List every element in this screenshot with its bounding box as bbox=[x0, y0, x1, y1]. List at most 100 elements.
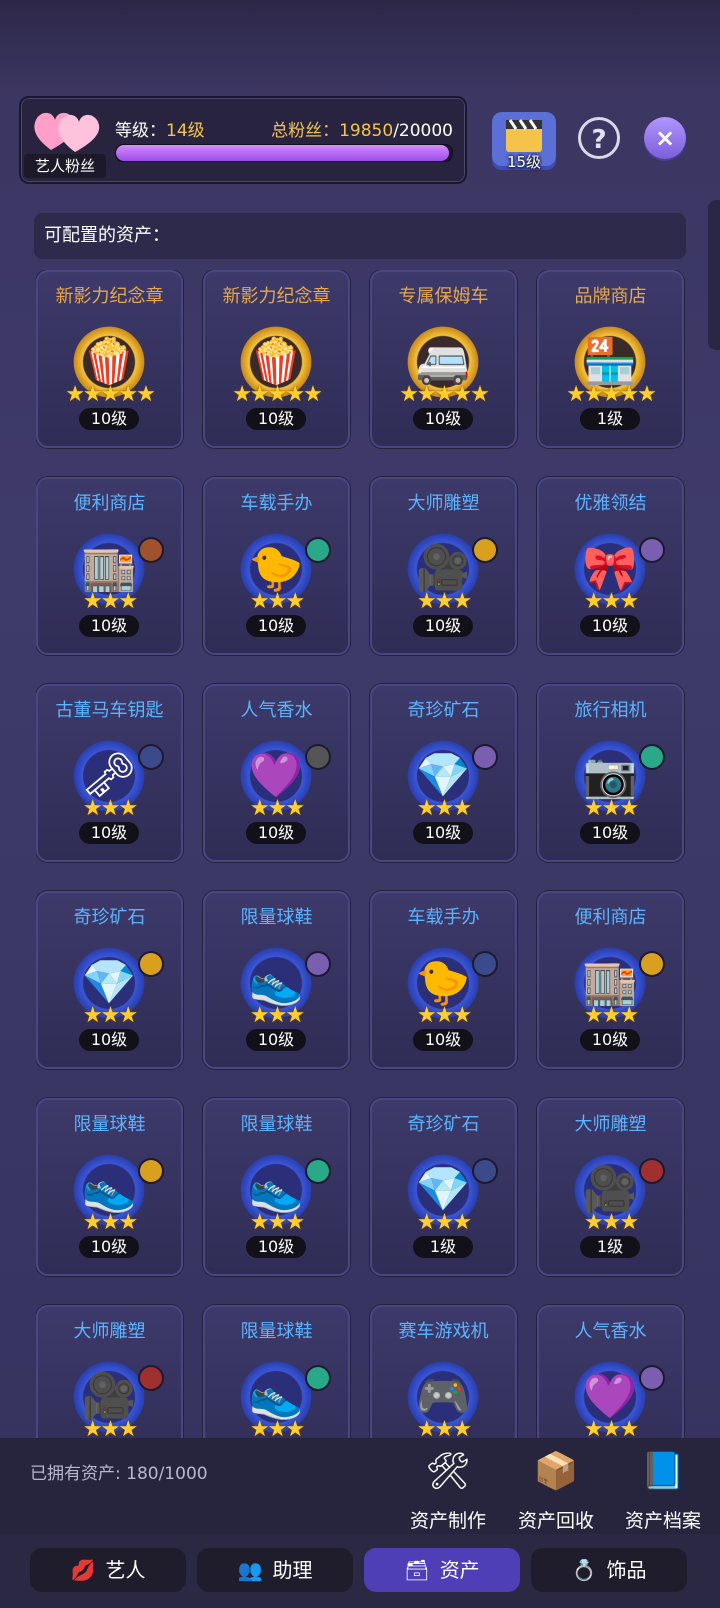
artist-badge-icon bbox=[307, 1367, 329, 1389]
artist-badge-icon bbox=[641, 1160, 663, 1182]
asset-card[interactable]: 限量球鞋 👟 ★★★ 10级 bbox=[36, 1098, 183, 1276]
asset-card[interactable]: 品牌商店 🏪 ★★★★★ 1级 bbox=[537, 270, 684, 448]
asset-name: 限量球鞋 bbox=[73, 1114, 146, 1135]
asset-card[interactable]: 大师雕塑 🎥 ★★★ bbox=[36, 1305, 183, 1438]
fan-level-panel: 艺人粉丝 等级：14级 总粉丝：19850/20000 bbox=[19, 96, 467, 184]
fans-current: 19850 bbox=[339, 121, 394, 141]
asset-card[interactable]: 新影力纪念章 🍿 ★★★★★ 10级 bbox=[203, 270, 350, 448]
asset-name: 便利商店 bbox=[73, 493, 146, 514]
box-icon: 📦 bbox=[533, 1451, 579, 1492]
asset-recycle-button[interactable]: 📦 资产回收 bbox=[506, 1446, 606, 1532]
asset-card[interactable]: 优雅领结 🎀 ★★★ 10级 bbox=[537, 477, 684, 655]
asset-stars: ★★★ bbox=[583, 1003, 639, 1028]
hearts-icon bbox=[34, 112, 100, 152]
artist-badge-icon bbox=[140, 953, 162, 975]
tab-assets[interactable]: 🗃 资产 bbox=[364, 1548, 520, 1592]
asset-stars: ★★★ bbox=[416, 796, 472, 821]
asset-stars: ★★★ bbox=[583, 1210, 639, 1235]
asset-card[interactable]: 人气香水 💜 ★★★ 10级 bbox=[203, 684, 350, 862]
artist-badge-icon bbox=[641, 539, 663, 561]
help-button[interactable]: ? bbox=[578, 117, 620, 159]
people-icon: 👥 bbox=[237, 1558, 263, 1582]
asset-name: 车载手办 bbox=[240, 493, 313, 514]
wrench-gear-icon: 🛠 bbox=[425, 1451, 471, 1492]
artist-badge-icon bbox=[474, 746, 496, 768]
clapper-level: 15级 bbox=[506, 153, 542, 171]
asset-level: 10级 bbox=[580, 615, 640, 637]
book-icon: 📘 bbox=[640, 1451, 686, 1492]
tab-artist-label: 艺人 bbox=[105, 1558, 146, 1582]
asset-stars: ★★★ bbox=[82, 1417, 138, 1438]
asset-level: 1级 bbox=[413, 1236, 473, 1258]
tab-artist[interactable]: 💋 艺人 bbox=[30, 1548, 186, 1592]
asset-card[interactable]: 新影力纪念章 🍿 ★★★★★ 10级 bbox=[36, 270, 183, 448]
asset-card[interactable]: 车载手办 🐤 ★★★ 10级 bbox=[370, 891, 517, 1069]
asset-archive-label: 资产档案 bbox=[624, 1510, 701, 1532]
asset-card[interactable]: 奇珍矿石 💎 ★★★ 10级 bbox=[36, 891, 183, 1069]
asset-level: 10级 bbox=[580, 1029, 640, 1051]
asset-name: 限量球鞋 bbox=[240, 1114, 313, 1135]
asset-stars: ★★★ bbox=[416, 1210, 472, 1235]
artist-badge-icon bbox=[474, 953, 496, 975]
tab-assistant[interactable]: 👥 助理 bbox=[197, 1548, 353, 1592]
asset-name: 新影力纪念章 bbox=[55, 286, 164, 307]
asset-stars: ★★★ bbox=[416, 1417, 472, 1438]
asset-card[interactable]: 大师雕塑 🎥 ★★★ 1级 bbox=[537, 1098, 684, 1276]
asset-archive-button[interactable]: 📘 资产档案 bbox=[613, 1446, 713, 1532]
artist-badge-icon bbox=[474, 1160, 496, 1182]
asset-card[interactable]: 限量球鞋 👟 ★★★ 10级 bbox=[203, 1098, 350, 1276]
asset-stars: ★★★ bbox=[249, 1417, 305, 1438]
asset-card[interactable]: 奇珍矿石 💎 ★★★ 1级 bbox=[370, 1098, 517, 1276]
asset-card[interactable]: 车载手办 🐤 ★★★ 10级 bbox=[203, 477, 350, 655]
asset-card[interactable]: 便利商店 🏬 ★★★ 10级 bbox=[537, 891, 684, 1069]
asset-card[interactable]: 旅行相机 📷 ★★★ 10级 bbox=[537, 684, 684, 862]
asset-name: 新影力纪念章 bbox=[222, 286, 331, 307]
side-scroll-handle[interactable] bbox=[708, 200, 720, 350]
asset-level: 10级 bbox=[79, 615, 139, 637]
asset-name: 古董马车钥匙 bbox=[55, 700, 164, 721]
asset-make-button[interactable]: 🛠 资产制作 bbox=[398, 1446, 498, 1532]
asset-card[interactable]: 赛车游戏机 🎮 ★★★ bbox=[370, 1305, 517, 1438]
ring-icon: 💍 bbox=[571, 1558, 597, 1582]
asset-card[interactable]: 限量球鞋 👟 ★★★ bbox=[203, 1305, 350, 1438]
level-text: 等级：14级 bbox=[115, 116, 205, 141]
asset-make-label: 资产制作 bbox=[409, 1510, 486, 1532]
asset-grid: 新影力纪念章 🍿 ★★★★★ 10级 新影力纪念章 🍿 ★★★★★ 10级 专属保姆车 🚐 ★★★★… bbox=[36, 270, 686, 1438]
asset-card[interactable]: 人气香水 💜 ★★★ bbox=[537, 1305, 684, 1438]
asset-name: 人气香水 bbox=[240, 700, 313, 721]
artist-badge-icon bbox=[474, 539, 496, 561]
asset-stars: ★★★ bbox=[82, 589, 138, 614]
asset-name: 人气香水 bbox=[574, 1321, 647, 1342]
close-button[interactable]: × bbox=[644, 117, 686, 159]
asset-name: 奇珍矿石 bbox=[407, 700, 480, 721]
asset-level: 10级 bbox=[246, 822, 306, 844]
asset-name: 品牌商店 bbox=[574, 286, 647, 307]
asset-name: 大师雕塑 bbox=[574, 1114, 647, 1135]
asset-box-icon: 🗃 bbox=[404, 1558, 430, 1582]
tab-accessories[interactable]: 💍 饰品 bbox=[531, 1548, 687, 1592]
asset-level: 10级 bbox=[413, 1029, 473, 1051]
asset-card[interactable]: 奇珍矿石 💎 ★★★ 10级 bbox=[370, 684, 517, 862]
asset-level: 10级 bbox=[580, 822, 640, 844]
asset-stars: ★★★ bbox=[82, 1003, 138, 1028]
fans-text: 总粉丝：19850/20000 bbox=[271, 116, 453, 141]
asset-card[interactable]: 大师雕塑 🎥 ★★★ 10级 bbox=[370, 477, 517, 655]
asset-card[interactable]: 限量球鞋 👟 ★★★ 10级 bbox=[203, 891, 350, 1069]
artist-badge-icon bbox=[641, 953, 663, 975]
asset-level: 10级 bbox=[413, 822, 473, 844]
asset-card[interactable]: 专属保姆车 🚐 ★★★★★ 10级 bbox=[370, 270, 517, 448]
asset-name: 旅行相机 bbox=[574, 700, 647, 721]
clapperboard-level-button[interactable]: 15级 bbox=[492, 112, 556, 171]
asset-card[interactable]: 便利商店 🏬 ★★★ 10级 bbox=[36, 477, 183, 655]
asset-stars: ★★★ bbox=[82, 796, 138, 821]
asset-stars: ★★★ bbox=[583, 1417, 639, 1438]
asset-stars: ★★★ bbox=[416, 589, 472, 614]
asset-name: 大师雕塑 bbox=[407, 493, 480, 514]
artist-badge-icon bbox=[307, 746, 329, 768]
tab-assets-label: 资产 bbox=[439, 1558, 480, 1582]
asset-card[interactable]: 古董马车钥匙 🗝 ★★★ 10级 bbox=[36, 684, 183, 862]
artist-badge-icon bbox=[307, 539, 329, 561]
asset-stars: ★★★★★ bbox=[232, 382, 323, 407]
asset-stars: ★★★★★ bbox=[65, 382, 156, 407]
asset-stars: ★★★ bbox=[249, 796, 305, 821]
